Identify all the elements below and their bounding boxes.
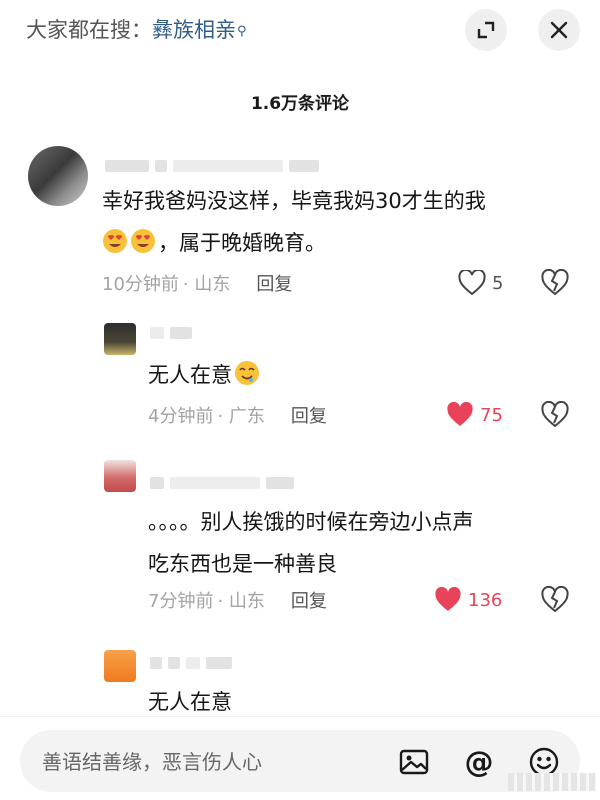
comment-text: 无人在意 [148,690,232,714]
comment-text: 幸好我爸妈没这样，毕竟我妈30才生的我 ，属于晚婚晚育。 [102,180,582,264]
comment-composer: @ [20,730,580,792]
heart-outline-icon [458,270,486,296]
trending-search-term[interactable]: 彝族相亲 [152,18,236,42]
comment-count-title: 1.6万条评论 [250,94,350,114]
broken-heart-icon[interactable] [541,401,569,429]
user-name-blurred[interactable] [150,325,192,341]
heart-eyes-emoji [103,229,127,253]
comment-meta: 7分钟前 · 山东 回复 [148,587,327,613]
comment-text-line: ，属于晚婚晚育。 [102,222,582,264]
comment-item: 幸好我爸妈没这样，毕竟我妈30才生的我 ，属于晚婚晚育。 10分钟前 · 山东 … [0,140,600,305]
comment-meta: 4分钟前 · 广东 回复 [148,402,327,428]
comment-text-tail: ，属于晚婚晚育。 [158,231,326,255]
user-name-blurred[interactable] [150,475,294,491]
broken-heart-icon[interactable] [541,269,569,297]
comment-time: 7分钟前 [148,591,214,612]
like-button[interactable]: 136 [434,586,502,614]
like-button[interactable]: 5 [458,269,503,297]
header: 大家都在搜：彝族相亲⚲ [0,0,600,62]
trending-search-prefix: 大家都在搜： [26,18,152,42]
heart-filled-icon [447,402,473,426]
comment-text-line: 吃东西也是一种善良 [148,552,337,576]
comment-time: 10分钟前 [102,274,179,295]
comment-text-line: 。。。。别人挨饿的时候在旁边小点声 [148,510,474,534]
like-count: 136 [468,589,503,611]
footer-divider [0,716,600,717]
heart-eyes-emoji [131,229,155,253]
broken-heart-icon[interactable] [541,586,569,614]
comment-text-line: 无人在意 [148,363,232,387]
comment-input[interactable] [40,741,374,783]
mention-button[interactable]: @ [463,746,495,778]
search-icon: ⚲ [237,24,247,39]
trending-search[interactable]: 大家都在搜：彝族相亲⚲ [26,14,247,46]
heart-filled-icon [435,587,461,611]
reply-item: 。。。。别人挨饿的时候在旁边小点声 吃东西也是一种善良 7分钟前 · 山东 回复… [0,455,600,620]
like-count: 75 [480,404,503,426]
expand-icon [477,21,495,39]
avatar[interactable] [104,650,136,682]
comment-text-line: 幸好我爸妈没这样，毕竟我妈30才生的我 [102,189,486,213]
avatar[interactable] [104,460,136,492]
comment-text: 。。。。别人挨饿的时候在旁边小点声 吃东西也是一种善良 [148,501,588,585]
reply-button[interactable]: 回复 [291,402,327,428]
comment-time: 4分钟前 [148,406,214,427]
comment-meta: 10分钟前 · 山东 回复 [102,270,292,296]
like-count: 5 [492,272,504,294]
close-icon [550,21,568,39]
close-button[interactable] [538,9,580,51]
image-icon[interactable] [398,746,430,778]
reply-button[interactable]: 回复 [291,587,327,613]
avatar[interactable] [28,146,88,206]
comment-location: · 山东 [182,274,231,295]
comment-location: · 山东 [217,591,265,612]
expand-button[interactable] [465,9,507,51]
like-button[interactable]: 75 [446,401,503,429]
comment-text: 无人在意 [148,354,568,396]
user-name-blurred[interactable] [105,158,319,174]
reply-item: 无人在意 [0,643,600,716]
reply-button[interactable]: 回复 [256,270,292,296]
avatar[interactable] [104,323,136,355]
drooling-face-emoji [235,361,259,385]
reply-item: 无人在意 4分钟前 · 广东 回复 75 [0,318,600,438]
user-name-blurred[interactable] [150,655,232,671]
watermark [508,773,596,791]
comment-location: · 广东 [217,406,265,427]
